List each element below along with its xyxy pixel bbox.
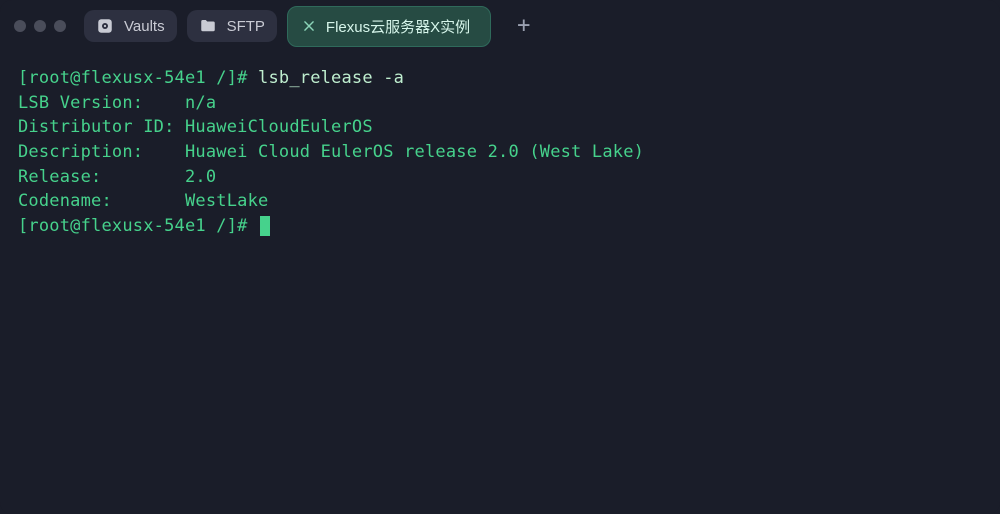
output-val: 2.0 [185,167,216,187]
folder-icon [199,17,217,35]
output-line: Release: 2.0 [18,167,216,187]
tab-active-label: Flexus云服务器X实例 [326,16,470,37]
output-line: Distributor ID: HuaweiCloudEulerOS [18,117,373,137]
close-window-button[interactable] [14,20,26,32]
output-key: Codename: [18,191,112,211]
output-val: Huawei Cloud EulerOS release 2.0 (West L… [185,142,644,162]
maximize-window-button[interactable] [54,20,66,32]
command-text: lsb_release -a [258,68,404,88]
output-key: LSB Version: [18,93,143,113]
traffic-lights [14,20,66,32]
output-key: Description: [18,142,143,162]
tab-vaults-label: Vaults [124,18,165,35]
output-line: LSB Version: n/a [18,93,216,113]
close-icon[interactable] [302,19,316,33]
titlebar: Vaults SFTP Flexus云服务器X实例 + [0,0,1000,52]
output-val: WestLake [185,191,268,211]
tab-vaults[interactable]: Vaults [84,10,177,42]
tab-sftp-label: SFTP [227,18,265,35]
output-line: Codename: WestLake [18,191,268,211]
tab-active-session[interactable]: Flexus云服务器X实例 [287,6,491,47]
minimize-window-button[interactable] [34,20,46,32]
cursor [260,216,270,236]
output-val: n/a [185,93,216,113]
output-key: Distributor ID: [18,117,175,137]
prompt: [root@flexusx-54e1 /]# [18,216,248,236]
output-val: HuaweiCloudEulerOS [185,117,373,137]
prompt: [root@flexusx-54e1 /]# [18,68,248,88]
vaults-icon [96,17,114,35]
output-key: Release: [18,167,101,187]
output-line: Description: Huawei Cloud EulerOS releas… [18,142,644,162]
tab-sftp[interactable]: SFTP [187,10,277,42]
terminal-window: Vaults SFTP Flexus云服务器X实例 + [root@flexus… [0,0,1000,514]
terminal-output[interactable]: [root@flexusx-54e1 /]# lsb_release -a LS… [0,52,1000,514]
new-tab-button[interactable]: + [507,9,540,43]
